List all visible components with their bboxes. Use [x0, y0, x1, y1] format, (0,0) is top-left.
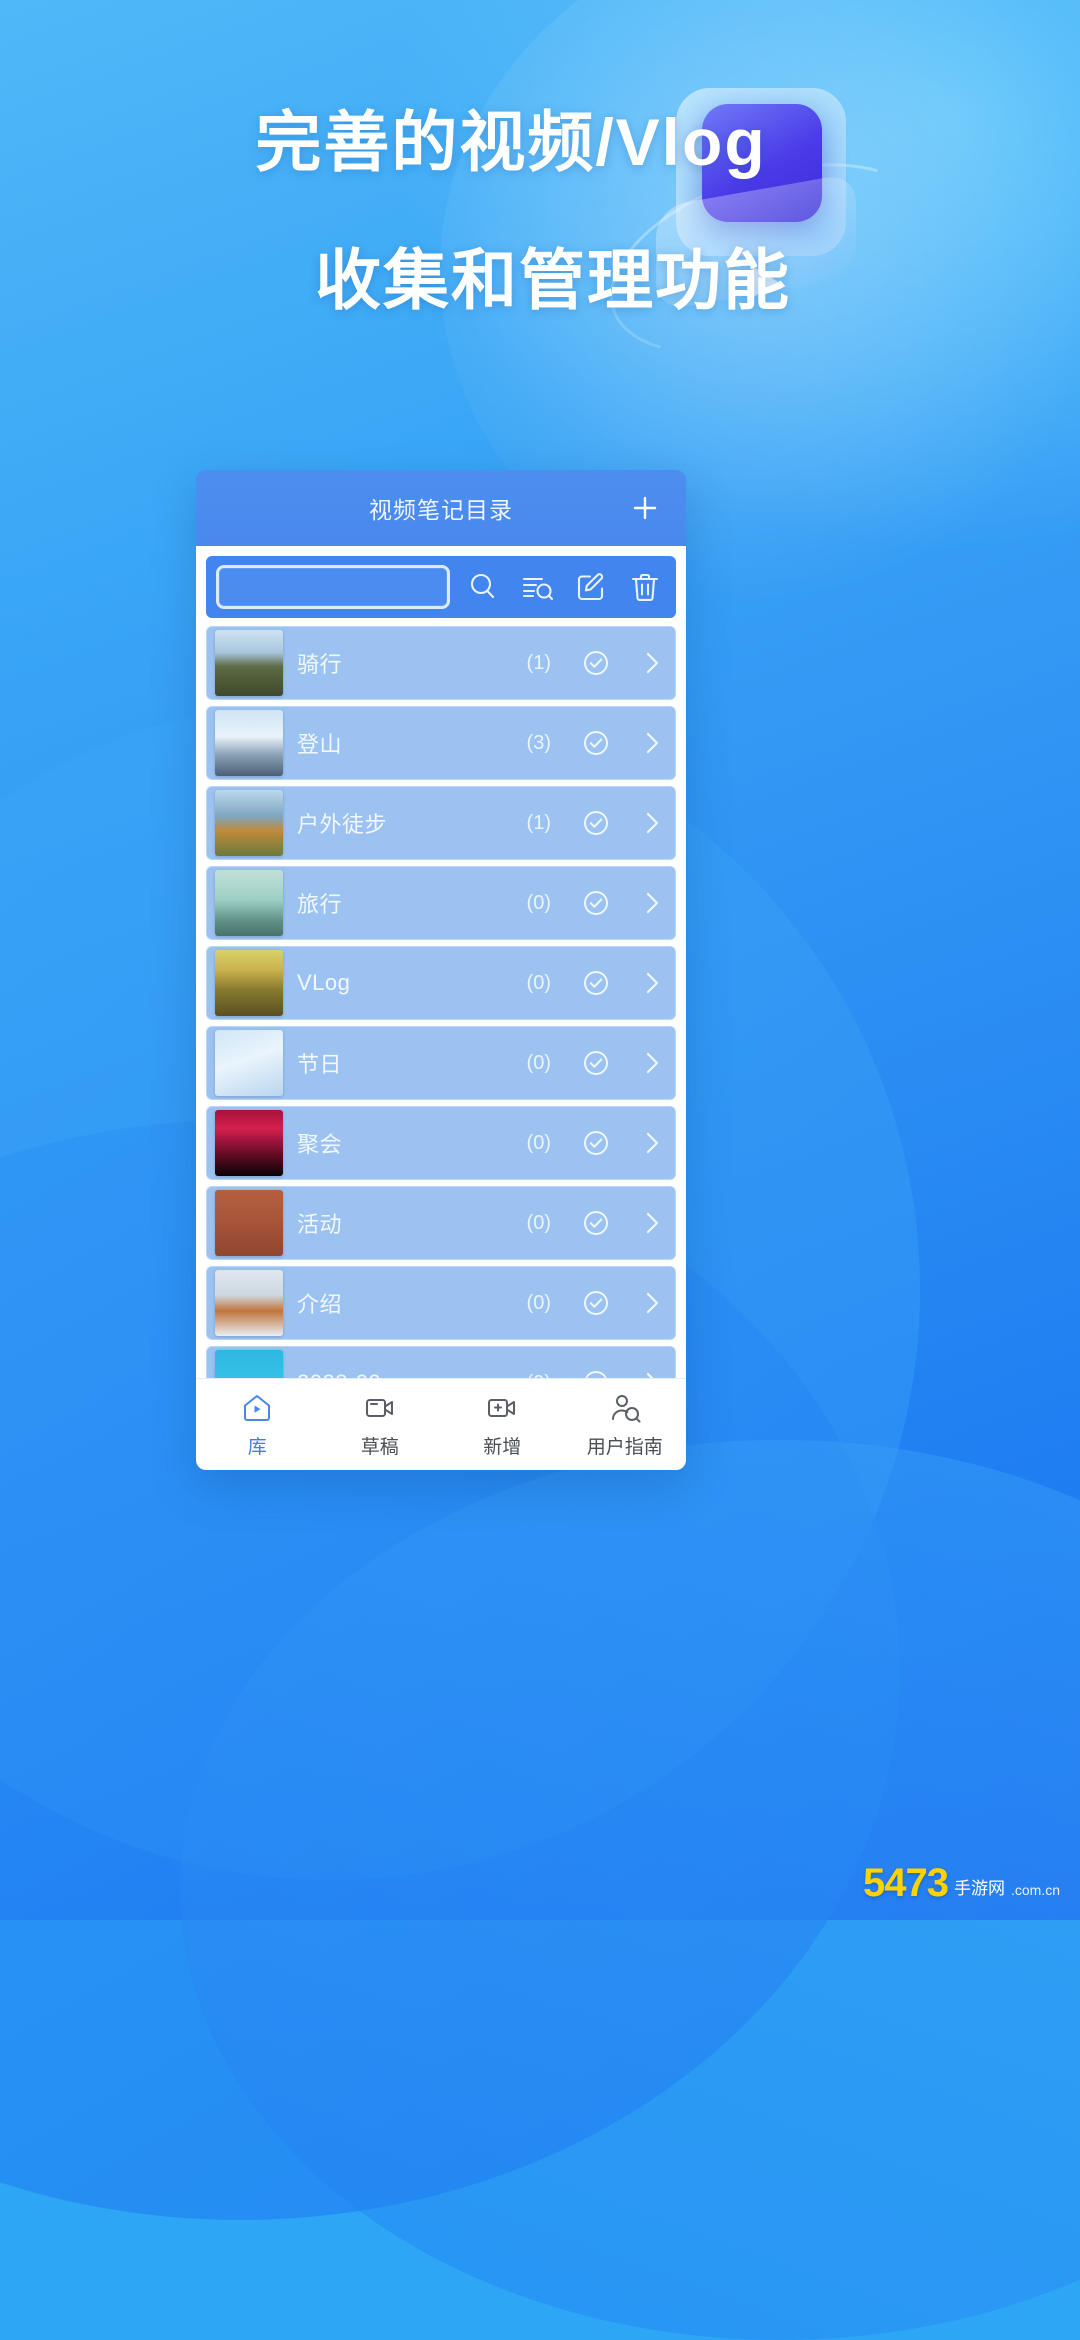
check-circle-icon[interactable] — [579, 966, 613, 1000]
check-circle-icon[interactable] — [579, 1126, 613, 1160]
list-item-label: 户外徒步 — [297, 812, 388, 837]
nav-item-library-home[interactable]: 库 — [196, 1379, 319, 1470]
list-item-label: 2023-09 — [297, 1370, 513, 1378]
check-circle-icon[interactable] — [579, 1366, 613, 1378]
list-item-thumbnail — [215, 950, 283, 1016]
trash-icon[interactable] — [624, 566, 666, 608]
nav-item-add-video[interactable]: 新增 — [441, 1379, 564, 1470]
filter-search-icon[interactable] — [516, 566, 558, 608]
check-circle-icon[interactable] — [579, 1206, 613, 1240]
add-video-icon — [485, 1391, 519, 1425]
list-item-count: (0) — [526, 891, 551, 914]
hero-line-2: 收集和管理功能 — [315, 242, 791, 317]
list-item-count: (0) — [526, 1211, 551, 1234]
list-item-thumbnail — [215, 1270, 283, 1336]
library-home-icon — [240, 1391, 274, 1425]
chevron-right-icon[interactable] — [637, 1366, 667, 1378]
chevron-right-icon[interactable] — [637, 1206, 667, 1240]
edit-icon[interactable] — [570, 566, 612, 608]
list-item-thumbnail — [215, 1110, 283, 1176]
watermark: 5473 手游网 .com.cn — [863, 1861, 1060, 1906]
list-item-thumbnail — [215, 1030, 283, 1096]
search-icon[interactable] — [462, 566, 504, 608]
chevron-right-icon[interactable] — [637, 1286, 667, 1320]
check-circle-icon[interactable] — [579, 646, 613, 680]
chevron-right-icon[interactable] — [637, 886, 667, 920]
list-item-count: (1) — [526, 651, 551, 674]
phone-screenshot: 视频笔记目录 骑行 (1) 登山 (3) 户外徒步 (1) 旅行 (0) VLo… — [196, 470, 686, 1470]
search-input[interactable] — [216, 565, 450, 609]
list-item[interactable]: 2023-09 (9) — [206, 1346, 676, 1378]
chevron-right-icon[interactable] — [637, 1046, 667, 1080]
list-item-count: (9) — [527, 1372, 551, 1379]
list-item-label: 旅行 — [297, 892, 343, 917]
list-item-count: (0) — [526, 1051, 551, 1074]
plus-icon[interactable] — [630, 493, 660, 523]
list-item-thumbnail — [215, 1350, 283, 1378]
nav-item-label: 用户指南 — [586, 1436, 663, 1458]
draft-video-icon — [363, 1391, 397, 1425]
chevron-right-icon[interactable] — [637, 966, 667, 1000]
nav-item-draft-video[interactable]: 草稿 — [319, 1379, 442, 1470]
hero-line-1: 完善的视频/Vlog — [255, 105, 767, 179]
list-item-count: (3) — [526, 731, 551, 754]
page-title: 视频笔记目录 — [369, 497, 513, 523]
check-circle-icon[interactable] — [579, 886, 613, 920]
list-item[interactable]: 节日 (0) — [206, 1026, 676, 1100]
list-item-label: 节日 — [297, 1052, 343, 1077]
check-circle-icon[interactable] — [579, 1286, 613, 1320]
list-item[interactable]: 介绍 (0) — [206, 1266, 676, 1340]
list-item[interactable]: VLog (0) — [206, 946, 676, 1020]
chevron-right-icon[interactable] — [637, 726, 667, 760]
list-item-count: (0) — [526, 1291, 551, 1314]
check-circle-icon[interactable] — [579, 1046, 613, 1080]
watermark-name: 手游网 — [953, 1879, 1005, 1898]
list-item-label: VLog — [297, 970, 351, 995]
list-item-label: 登山 — [297, 732, 343, 757]
list-item[interactable]: 户外徒步 (1) — [206, 786, 676, 860]
list-item[interactable]: 骑行 (1) — [206, 626, 676, 700]
watermark-domain: .com.cn — [1010, 1882, 1060, 1898]
list-item-label: 介绍 — [297, 1292, 343, 1317]
watermark-brand: 5473 — [863, 1861, 949, 1905]
list-item-count: (1) — [526, 811, 551, 834]
nav-item-label: 草稿 — [360, 1436, 399, 1458]
chevron-right-icon[interactable] — [637, 1126, 667, 1160]
nav-item-label: 新增 — [483, 1436, 522, 1458]
bottom-navigation[interactable]: 库 草稿 新增 用户指南 — [196, 1378, 686, 1470]
list-item-count: (0) — [526, 971, 551, 994]
list-item-thumbnail — [215, 1190, 283, 1256]
list-item[interactable]: 登山 (3) — [206, 706, 676, 780]
chevron-right-icon[interactable] — [637, 646, 667, 680]
list-item-thumbnail — [215, 870, 283, 936]
check-circle-icon[interactable] — [579, 806, 613, 840]
list-item[interactable]: 活动 (0) — [206, 1186, 676, 1260]
list-item-label: 骑行 — [297, 652, 343, 677]
list-item-label: 聚会 — [297, 1132, 343, 1157]
list-item-thumbnail — [215, 790, 283, 856]
search-toolbar — [206, 556, 676, 618]
user-guide-icon — [608, 1391, 642, 1425]
chevron-right-icon[interactable] — [637, 806, 667, 840]
list-item-thumbnail — [215, 630, 283, 696]
list-item[interactable]: 聚会 (0) — [206, 1106, 676, 1180]
list-item-count: (0) — [526, 1131, 551, 1154]
nav-item-user-guide[interactable]: 用户指南 — [564, 1379, 687, 1470]
category-list[interactable]: 骑行 (1) 登山 (3) 户外徒步 (1) 旅行 (0) VLog (0) 节日 (0) 聚会 (0) 活… — [206, 626, 676, 1378]
list-item[interactable]: 旅行 (0) — [206, 866, 676, 940]
nav-item-label: 库 — [247, 1436, 267, 1458]
hero-headline: 完善的视频/Vlog 收集和管理功能 — [0, 104, 1080, 320]
list-item-label: 活动 — [297, 1212, 343, 1237]
check-circle-icon[interactable] — [579, 726, 613, 760]
app-body: 骑行 (1) 登山 (3) 户外徒步 (1) 旅行 (0) VLog (0) 节日 (0) 聚会 (0) 活… — [196, 546, 686, 1378]
app-header: 视频笔记目录 — [196, 470, 686, 546]
list-item-thumbnail — [215, 710, 283, 776]
